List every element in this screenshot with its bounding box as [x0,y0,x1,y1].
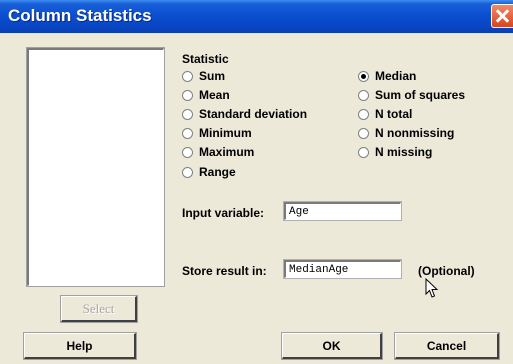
radio-n-nonmissing[interactable]: N nonmissing [358,125,454,141]
radio-label: Minimum [199,126,252,140]
title-bar[interactable]: Column Statistics [0,0,513,33]
radio-median[interactable]: Median [358,68,416,84]
radio-mean[interactable]: Mean [182,87,230,103]
radio-selected-icon [358,70,369,82]
column-statistics-dialog: Column Statistics Statistic Sum Mean Sta… [0,0,513,364]
radio-button-icon [358,89,369,101]
help-button[interactable]: Help [24,333,136,359]
store-result-label: Store result in: [182,264,267,278]
radio-sum[interactable]: Sum [182,68,225,84]
radio-button-icon [182,127,193,139]
radio-button-icon [358,108,369,120]
radio-label: Standard deviation [199,107,308,121]
radio-button-icon [182,166,193,178]
cancel-button[interactable]: Cancel [395,333,499,359]
radio-label: N nonmissing [375,126,455,140]
radio-label: Range [199,165,236,179]
input-variable-label: Input variable: [182,206,265,220]
window-title: Column Statistics [8,6,152,25]
radio-maximum[interactable]: Maximum [182,144,254,160]
statistic-label: Statistic [182,52,229,66]
radio-label: Maximum [199,145,255,159]
close-icon[interactable] [491,4,513,28]
radio-button-icon [358,127,369,139]
radio-label: Median [375,69,417,83]
mouse-cursor-icon [425,278,439,298]
select-button[interactable]: Select [61,296,137,322]
radio-label: Mean [199,88,230,102]
radio-label: Sum [199,69,226,83]
radio-range[interactable]: Range [182,164,236,180]
radio-button-icon [358,146,369,158]
radio-label: N missing [375,145,433,159]
radio-n-missing[interactable]: N missing [358,144,432,160]
radio-label: Sum of squares [375,88,466,102]
store-result-field[interactable]: MedianAge [284,260,401,278]
radio-button-icon [182,70,193,82]
radio-minimum[interactable]: Minimum [182,125,252,141]
radio-button-icon [182,89,193,101]
optional-label: (Optional) [418,264,475,278]
radio-n-total[interactable]: N total [358,106,412,122]
radio-button-icon [182,146,193,158]
ok-button[interactable]: OK [282,333,382,359]
radio-sum-of-squares[interactable]: Sum of squares [358,87,465,103]
input-variable-field[interactable]: Age [284,202,401,220]
radio-button-icon [182,108,193,120]
radio-label: N total [375,107,413,121]
radio-standard-deviation[interactable]: Standard deviation [182,106,307,122]
variable-list[interactable] [27,48,164,286]
